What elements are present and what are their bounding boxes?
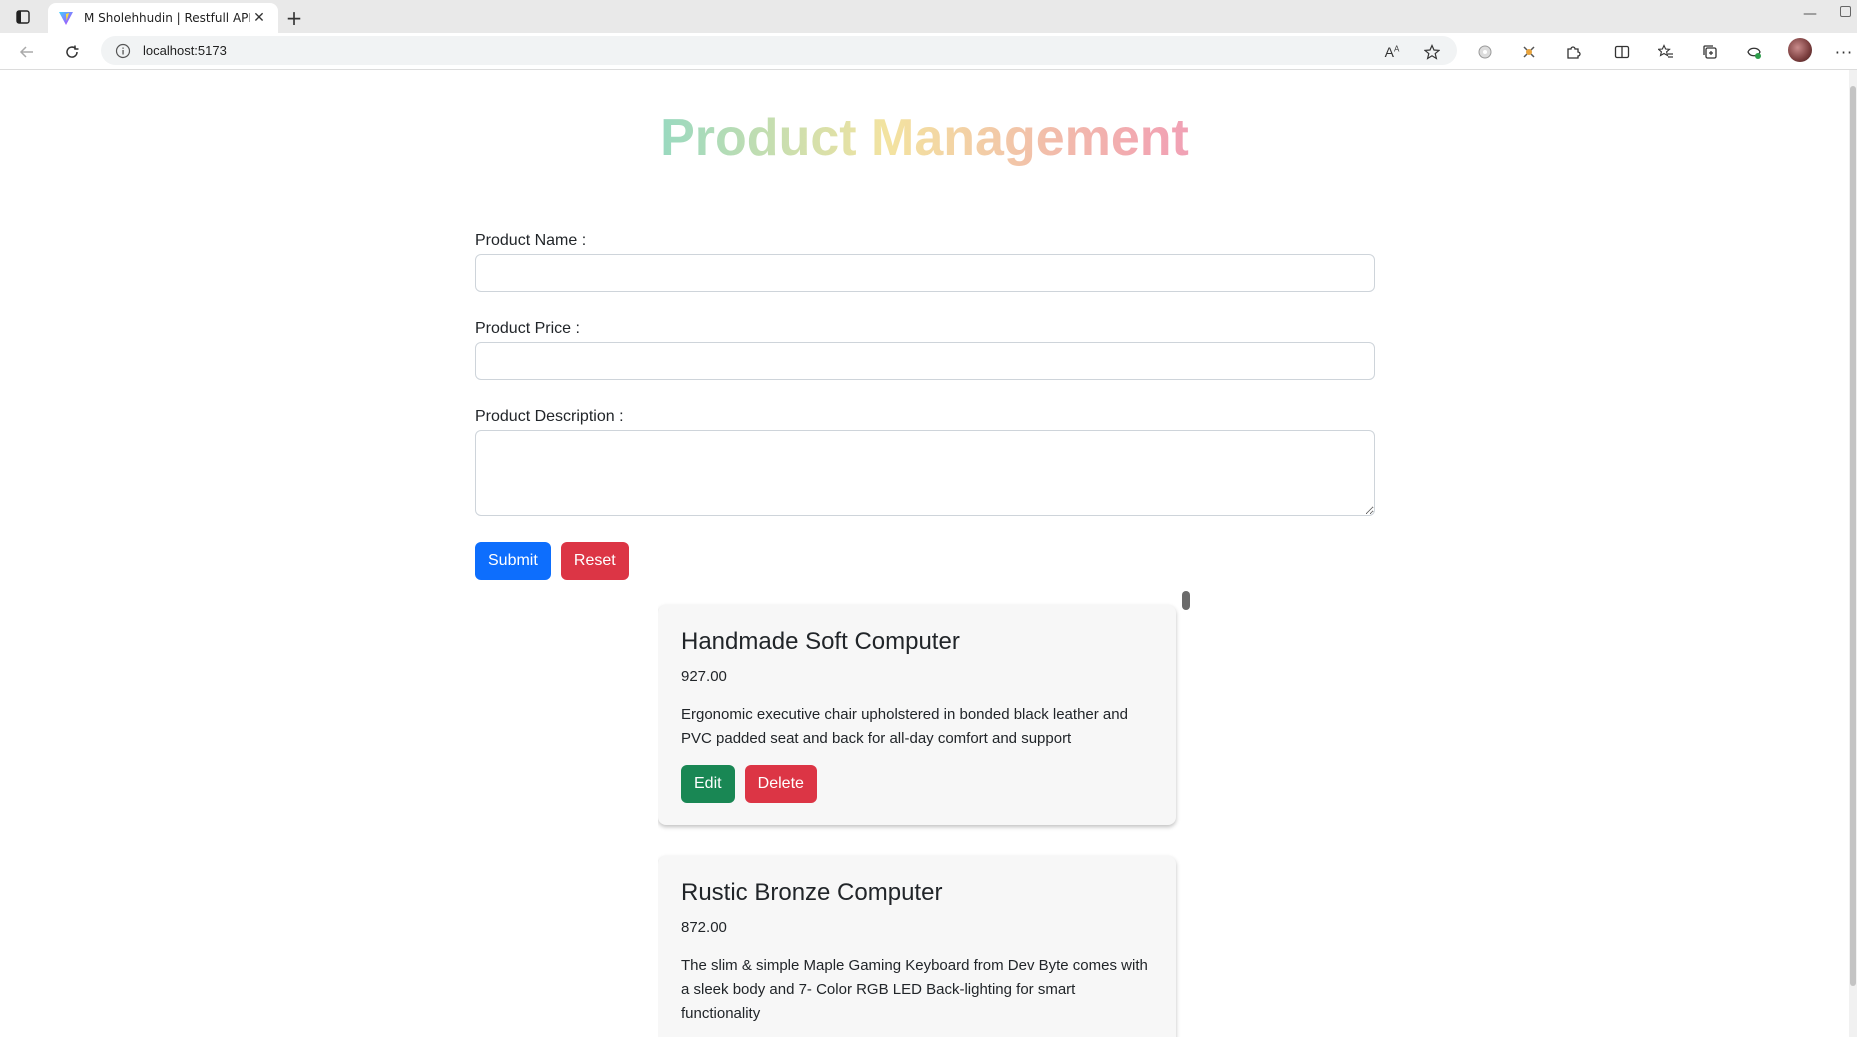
avatar[interactable] [1788,38,1812,62]
extension-icon-1[interactable] [1472,39,1498,65]
page-title: Product Management [0,108,1849,168]
vite-logo-icon [59,12,73,25]
minimize-icon[interactable]: — [1803,6,1817,22]
edit-button[interactable]: Edit [681,765,735,803]
tab-title: M Sholehhudin | Restfull API [84,11,250,25]
product-name: Rustic Bronze Computer [681,879,943,906]
more-icon[interactable]: ··· [1831,39,1857,65]
browser-toolbar: localhost:5173 AA ··· [0,33,1857,70]
product-price-label: Product Price : [475,320,580,337]
split-screen-icon[interactable] [1609,39,1635,65]
product-description: Ergonomic executive chair upholstered in… [681,706,1128,747]
product-price-input[interactable] [475,342,1375,380]
delete-button[interactable]: Delete [744,765,817,803]
page-scroll-thumb[interactable] [1850,86,1856,986]
restore-window-icon[interactable] [1840,6,1851,17]
reload-icon[interactable] [59,39,85,65]
product-list-scrollbar[interactable] [1180,585,1191,1037]
product-form: Product Name : Product Price : Product D… [475,230,1375,580]
info-icon[interactable] [115,43,131,59]
collections-icon[interactable] [1697,39,1723,65]
browser-tab[interactable]: M Sholehhudin | Restfull API ✕ [48,3,278,33]
product-name-input[interactable] [475,254,1375,292]
url-text: localhost:5173 [143,43,227,58]
read-aloud-icon[interactable]: AA [1379,39,1405,65]
product-description-label: Product Description : [475,408,624,425]
product-name: Handmade Soft Computer [681,628,960,655]
product-card: Rustic Bronze Computer 872.00 The slim &… [658,856,1176,1037]
tab-actions-icon[interactable] [0,0,46,33]
product-actions: Edit Delete [681,765,1153,803]
page-scrollbar[interactable] [1849,70,1857,1037]
submit-button[interactable]: Submit [475,542,551,580]
product-price: 927.00 [681,668,727,685]
tab-bar: M Sholehhudin | Restfull API ✕ + — [0,0,1857,33]
scroll-thumb[interactable] [1182,591,1190,610]
puzzle-icon[interactable] [1560,39,1586,65]
extension-icon-2[interactable] [1516,39,1542,65]
product-description: The slim & simple Maple Gaming Keyboard … [681,957,1148,1022]
product-card: Handmade Soft Computer 927.00 Ergonomic … [658,605,1176,825]
address-bar[interactable]: localhost:5173 [101,36,1457,65]
favorites-icon[interactable] [1653,39,1679,65]
page-content: Product Management Product Name : Produc… [0,70,1857,1037]
star-icon[interactable] [1419,39,1445,65]
product-list[interactable]: Handmade Soft Computer 927.00 Ergonomic … [658,585,1191,1037]
back-arrow-icon[interactable] [14,39,40,65]
product-name-label: Product Name : [475,232,587,249]
new-tab-button[interactable]: + [278,3,310,33]
product-description-textarea[interactable] [475,430,1375,516]
performance-icon[interactable] [1741,39,1767,65]
reset-button[interactable]: Reset [560,542,629,580]
close-icon[interactable]: ✕ [250,10,268,26]
product-price: 872.00 [681,919,727,936]
